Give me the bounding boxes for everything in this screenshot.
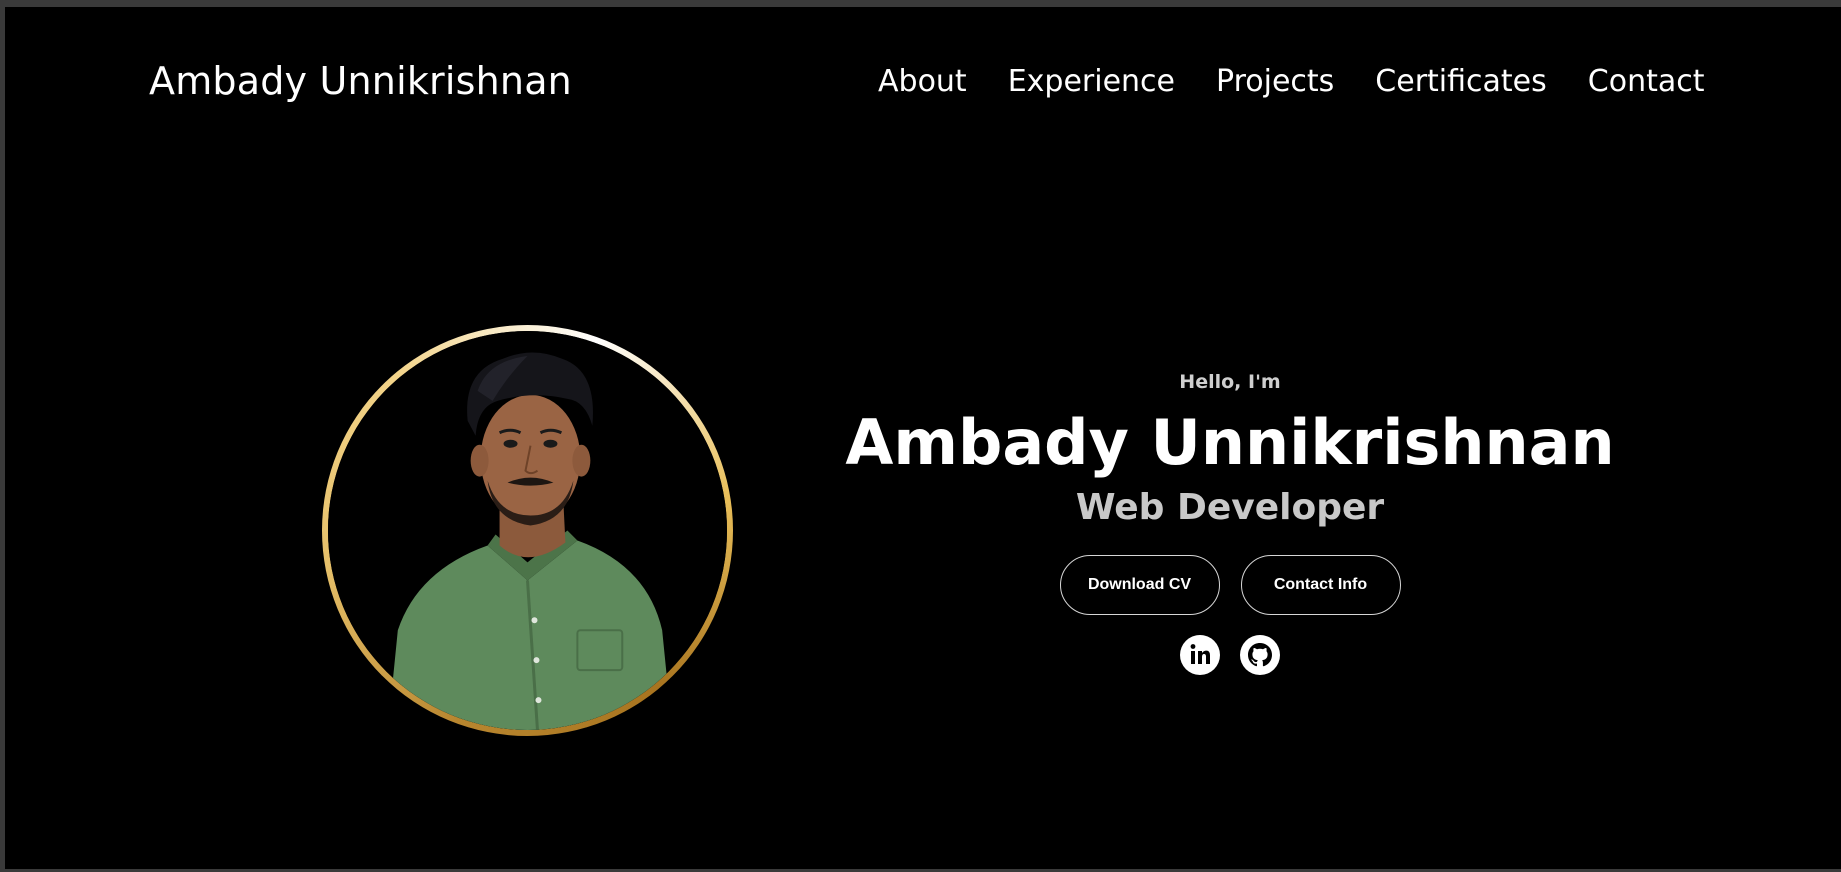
page: Ambady Unnikrishnan About Experience Pro…	[5, 7, 1841, 869]
nav-certificates[interactable]: Certificates	[1375, 64, 1546, 99]
linkedin-icon[interactable]	[1180, 635, 1220, 675]
nav-contact[interactable]: Contact	[1588, 64, 1705, 99]
github-icon[interactable]	[1240, 635, 1280, 675]
social-links	[845, 635, 1615, 675]
hero-section: Hello, I'm Ambady Unnikrishnan Web Devel…	[845, 371, 1615, 675]
profile-photo-ring	[322, 325, 733, 736]
hero-greeting: Hello, I'm	[1179, 371, 1281, 393]
nav-projects[interactable]: Projects	[1216, 64, 1334, 99]
hero-name: Ambady Unnikrishnan	[845, 406, 1615, 479]
hero-role: Web Developer	[1075, 487, 1385, 528]
hero-buttons: Download CV Contact Info	[845, 555, 1615, 615]
main-nav: About Experience Projects Certificates C…	[878, 64, 1704, 99]
contact-info-button[interactable]: Contact Info	[1240, 555, 1401, 615]
nav-experience[interactable]: Experience	[1008, 64, 1175, 99]
profile-photo-illustration	[328, 331, 727, 730]
site-brand[interactable]: Ambady Unnikrishnan	[149, 59, 572, 103]
nav-about[interactable]: About	[878, 64, 967, 99]
download-cv-button[interactable]: Download CV	[1059, 555, 1220, 615]
profile-photo	[328, 331, 727, 730]
